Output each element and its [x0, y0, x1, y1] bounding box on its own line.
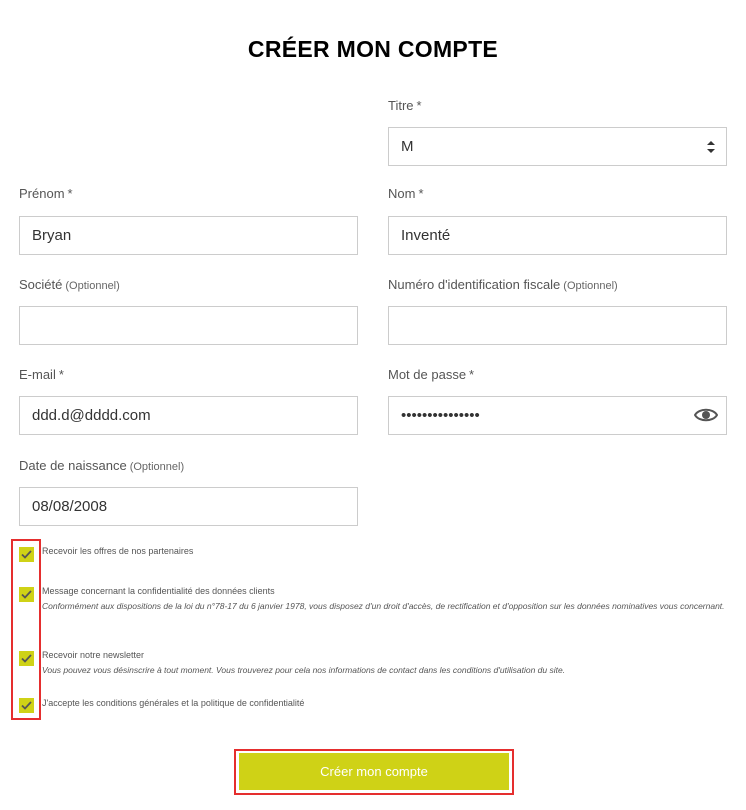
newsletter-label: Recevoir notre newsletter — [42, 650, 145, 660]
last-name-label: Nom * — [388, 186, 424, 201]
checkmark-icon — [21, 550, 32, 559]
chevron-up-down-icon — [707, 141, 715, 153]
title-select-value[interactable]: M — [388, 127, 727, 166]
birthdate-label: Date de naissance (Optionnel) — [19, 458, 185, 473]
checkbox-highlight-frame — [11, 539, 41, 720]
terms-label: J'accepte les conditions générales et la… — [42, 698, 305, 708]
partner-offers-checkbox[interactable] — [19, 547, 34, 562]
terms-checkbox[interactable] — [19, 698, 34, 713]
email-input[interactable] — [19, 396, 358, 435]
last-name-input[interactable] — [388, 216, 727, 255]
email-label: E-mail * — [19, 367, 64, 382]
page-title: CRÉER MON COMPTE — [247, 36, 499, 62]
birthdate-input[interactable] — [19, 487, 358, 526]
tax-id-input[interactable] — [388, 306, 727, 345]
privacy-checkbox[interactable] — [19, 587, 34, 602]
privacy-label: Message concernant la confidentialité de… — [42, 586, 275, 596]
first-name-input[interactable] — [19, 216, 358, 255]
eye-icon[interactable] — [694, 404, 718, 426]
title-label: Titre * — [388, 98, 422, 113]
password-field — [388, 396, 727, 435]
password-label: Mot de passe * — [388, 367, 475, 382]
create-account-button[interactable]: Créer mon compte — [239, 753, 509, 790]
checkmark-icon — [21, 654, 32, 663]
title-select[interactable]: M — [388, 127, 727, 166]
first-name-label: Prénom * — [19, 186, 73, 201]
newsletter-checkbox[interactable] — [19, 651, 34, 666]
company-label: Société (Optionnel) — [19, 277, 120, 292]
privacy-description: Conformément aux dispositions de la loi … — [42, 601, 725, 611]
partner-offers-label: Recevoir les offres de nos partenaires — [42, 546, 194, 556]
company-input[interactable] — [19, 306, 358, 345]
newsletter-description: Vous pouvez vous désinscrire à tout mome… — [42, 665, 566, 675]
password-input[interactable] — [388, 396, 727, 435]
checkmark-icon — [21, 590, 32, 599]
checkmark-icon — [21, 701, 32, 710]
tax-id-label: Numéro d'identification fiscale (Optionne… — [388, 277, 618, 292]
